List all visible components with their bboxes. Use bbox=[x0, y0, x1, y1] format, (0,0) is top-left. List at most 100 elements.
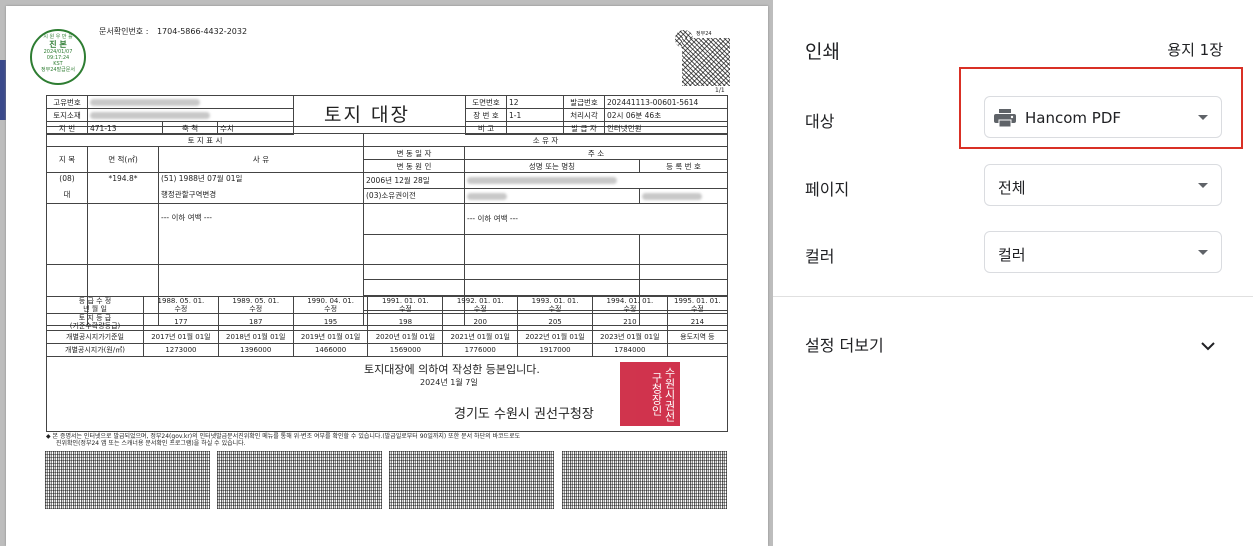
land-grade: 187 bbox=[217, 313, 294, 331]
certificate-date: 2024년 1월 7일 bbox=[420, 378, 478, 387]
grade-suffix: 수정 bbox=[690, 305, 704, 313]
pages-select[interactable]: 전체 bbox=[984, 164, 1222, 206]
land-grade-label: (기준수확량등급) bbox=[69, 322, 121, 330]
certificate-text: 토지대장에 의하여 작성한 등본입니다. bbox=[364, 363, 540, 376]
price-value: 1784000 bbox=[591, 343, 668, 357]
reason-line: (51) 1988년 07월 01일 bbox=[161, 174, 243, 183]
highlight-box bbox=[959, 67, 1243, 149]
grade-date-value: 1989. 05. 01. bbox=[232, 297, 280, 306]
grade-date: 1995. 01. 01. 수정 bbox=[666, 296, 729, 314]
table-row bbox=[46, 263, 728, 326]
official-seal: 수원시권선구청장인 bbox=[620, 362, 680, 426]
grade-date-value: 1990. 04. 01. bbox=[307, 297, 354, 306]
price-date: 용도지역 등 bbox=[666, 330, 729, 344]
land-grade: 198 bbox=[367, 313, 444, 331]
land-grade: 210 bbox=[591, 313, 668, 331]
grade-suffix: 수정 bbox=[473, 305, 487, 313]
color-value: 컬러 bbox=[998, 246, 1026, 264]
price-value: 1466000 bbox=[292, 343, 369, 357]
grade-date-value: 1988. 05. 01. bbox=[157, 297, 205, 306]
grade-date-value: 1991. 01. 01. bbox=[382, 297, 429, 306]
color-label: 컬러 bbox=[805, 247, 835, 266]
header-left-table: 고유번호 토지소재 지 번 471-13 축 척 수치 bbox=[46, 95, 294, 135]
location-label: 토지소재 bbox=[46, 108, 88, 122]
redacted-regno bbox=[642, 192, 702, 200]
footnote-line: 진위확인(정부24 앱 또는 스캐너용 문서확인 프로그램)을 하실 수 있습니… bbox=[56, 440, 246, 447]
col-change-date: 변 동 일 자 bbox=[363, 146, 465, 160]
table-row: --- 이하 여백 --- --- 이하 여백 --- bbox=[46, 203, 728, 265]
certificate-office: 경기도 수원시 권선구청장 bbox=[454, 407, 594, 422]
color-select[interactable]: 컬러 bbox=[984, 231, 1222, 273]
price-date-label: 개별공시지가기준일 bbox=[46, 330, 144, 344]
col-address: 주 소 bbox=[464, 146, 728, 160]
price-value bbox=[666, 343, 729, 357]
grade-label: 년 월 일 bbox=[83, 305, 107, 313]
footnote-line: ◆ 본 증명서는 인터넷으로 발급되었으며, 정부24(gov.kr)의 인터넷… bbox=[46, 433, 521, 440]
redacted-address bbox=[467, 177, 617, 185]
jimok-name: 대 bbox=[63, 190, 71, 199]
land-grade: 200 bbox=[442, 313, 519, 331]
area-value: *194.8* bbox=[87, 172, 159, 204]
issue-no-label: 발급번호 bbox=[563, 95, 605, 109]
land-grade-label: 토 지 등 급 bbox=[78, 314, 112, 323]
grade-date: 1993. 01. 01. 수정 bbox=[517, 296, 593, 314]
grade-table: 등 급 수 정 년 월 일 1988. 05. 01. 수정 1989. 05. … bbox=[46, 296, 729, 357]
proc-time-label: 처리시각 bbox=[563, 108, 605, 122]
price-value: 1776000 bbox=[442, 343, 519, 357]
price-value: 1569000 bbox=[367, 343, 444, 357]
map-no-label: 도면번호 bbox=[465, 95, 507, 109]
grade-suffix: 수정 bbox=[249, 305, 263, 313]
land-section-header: 토 지 표 시 bbox=[46, 133, 364, 147]
land-grade: 195 bbox=[292, 313, 369, 331]
more-settings-toggle[interactable]: 설정 더보기 bbox=[773, 318, 1253, 366]
chevron-down-icon bbox=[1198, 250, 1208, 255]
price-date: 2020년 01월 01일 bbox=[367, 330, 444, 344]
grade-suffix: 수정 bbox=[324, 305, 338, 313]
grade-date-value: 1992. 01. 01. bbox=[456, 297, 504, 306]
land-grade: 177 bbox=[143, 313, 219, 331]
print-preview-area: 시 원 우 만 를 진 본 2024/01/07 09:17:24 KST 정부… bbox=[0, 0, 773, 546]
verification-barcode bbox=[389, 451, 554, 509]
grade-date-value: 1994. 01. 01. bbox=[606, 297, 654, 306]
grade-date-value: 1993. 01. 01. bbox=[531, 297, 579, 306]
table-row: 개별공시지가기준일 2017년 01월 01일 2018년 01월 01일 20… bbox=[46, 330, 729, 344]
grade-date: 1991. 01. 01. 수정 bbox=[367, 296, 444, 314]
change-cause: (03)소유권이전 bbox=[363, 187, 465, 204]
sheet-no-label: 장 번 호 bbox=[465, 108, 507, 122]
qr-caption: 정부24 bbox=[696, 31, 712, 37]
price-value: 1917000 bbox=[517, 343, 593, 357]
pages-value: 전체 bbox=[998, 179, 1026, 197]
confirm-value: 1704-5866-4432-2032 bbox=[156, 27, 248, 36]
destination-label: 대상 bbox=[805, 112, 835, 131]
table-row: 등 급 수 정 년 월 일 1988. 05. 01. 수정 1989. 05. … bbox=[46, 296, 729, 314]
col-regno: 등 록 번 호 bbox=[639, 159, 728, 173]
price-date: 2023년 01월 01일 bbox=[591, 330, 668, 344]
grade-date: 1988. 05. 01. 수정 bbox=[143, 296, 219, 314]
grade-date: 1992. 01. 01. 수정 bbox=[442, 296, 519, 314]
grade-date: 1994. 01. 01. 수정 bbox=[591, 296, 668, 314]
chevron-down-icon bbox=[1201, 336, 1215, 355]
map-no-value: 12 bbox=[506, 95, 564, 109]
price-date: 2021년 01월 01일 bbox=[442, 330, 519, 344]
header-right-table: 도면번호 12 발급번호 202441113-00601-5614 장 번 호 … bbox=[465, 95, 728, 135]
change-date: 2006년 12월 28일 bbox=[363, 172, 465, 189]
document-title: 토지 대장 bbox=[324, 104, 410, 126]
stamp-line: 진 본 bbox=[49, 40, 67, 49]
redacted-name bbox=[467, 192, 507, 200]
document-page: 시 원 우 만 를 진 본 2024/01/07 09:17:24 KST 정부… bbox=[6, 6, 768, 546]
print-title: 인쇄 bbox=[805, 41, 840, 63]
col-reason: 사 유 bbox=[158, 146, 364, 173]
stamp-line: 정부24발급문서 bbox=[41, 67, 75, 73]
grade-date: 1989. 05. 01. 수정 bbox=[217, 296, 294, 314]
col-jimok: 지 목 bbox=[46, 146, 88, 173]
issue-no-value: 202441113-00601-5614 bbox=[604, 95, 728, 109]
reason-line: 행정관할구역변경 bbox=[161, 190, 217, 199]
verification-barcode bbox=[45, 451, 210, 509]
authenticity-stamp: 시 원 우 만 를 진 본 2024/01/07 09:17:24 KST 정부… bbox=[30, 29, 86, 85]
confirm-number: 문서확인번호 : 1704-5866-4432-2032 bbox=[99, 26, 247, 37]
chevron-down-icon bbox=[1198, 183, 1208, 188]
qr-code bbox=[682, 38, 730, 86]
grade-date-value: 1995. 01. 01. bbox=[674, 297, 721, 306]
sheet-no-value: 1-1 bbox=[506, 108, 564, 122]
owner-id-label: 고유번호 bbox=[46, 95, 88, 109]
